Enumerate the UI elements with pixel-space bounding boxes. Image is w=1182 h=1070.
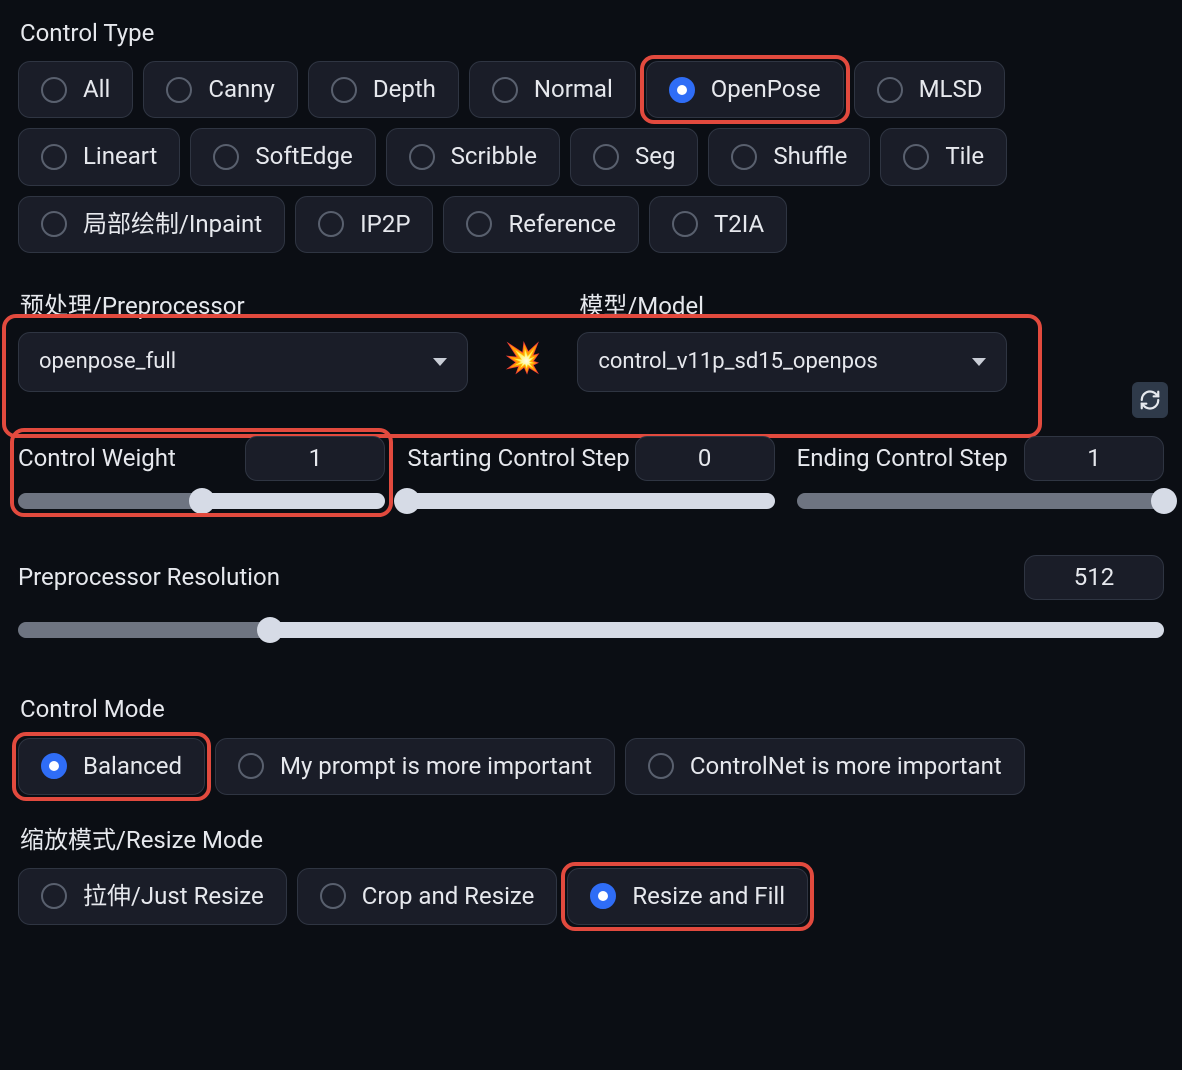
explode-icon[interactable]: 💥	[498, 339, 547, 378]
radio-icon	[731, 144, 757, 170]
preprocessor-label: 预处理/Preprocessor	[20, 291, 468, 322]
control-type-option-label: Seg	[635, 141, 675, 172]
chevron-down-icon	[972, 358, 986, 366]
chevron-down-icon	[433, 358, 447, 366]
control-type-option-label: Normal	[534, 74, 613, 105]
radio-icon	[409, 144, 435, 170]
preproc-resolution-value[interactable]: 512	[1024, 555, 1164, 600]
control-type-option-seg[interactable]: Seg	[570, 128, 698, 185]
control-type-option-scribble[interactable]: Scribble	[386, 128, 560, 185]
control-type-option-canny[interactable]: Canny	[143, 61, 298, 118]
resize-mode-option-label: 拉伸/Just Resize	[83, 881, 264, 912]
radio-icon	[41, 77, 67, 103]
preproc-resolution-slider[interactable]	[18, 622, 1164, 638]
radio-icon	[590, 883, 616, 909]
control-type-option-label: All	[83, 74, 110, 105]
control-type-option-label: Reference	[508, 209, 615, 240]
ending-step-label: Ending Control Step	[797, 443, 1008, 474]
control-weight-value[interactable]: 1	[245, 436, 385, 481]
control-mode-option-label: ControlNet is more important	[690, 751, 1002, 782]
control-mode-option-my-prompt-is-more-important[interactable]: My prompt is more important	[215, 738, 615, 795]
preprocessor-value: openpose_full	[39, 348, 176, 377]
control-type-option-mlsd[interactable]: MLSD	[854, 61, 1006, 118]
resize-mode-option-label: Crop and Resize	[362, 881, 535, 912]
control-type-group: All Canny Depth Normal OpenPose MLSD Lineart So…	[18, 61, 1164, 253]
control-type-option-lineart[interactable]: Lineart	[18, 128, 180, 185]
control-type-option-label: Canny	[208, 74, 275, 105]
radio-icon	[41, 753, 67, 779]
radio-icon	[877, 77, 903, 103]
refresh-icon[interactable]	[1132, 382, 1168, 418]
control-type-option-label: MLSD	[919, 74, 983, 105]
radio-icon	[672, 211, 698, 237]
control-type-option-label: 局部绘制/Inpaint	[83, 209, 262, 240]
control-type-option-tile[interactable]: Tile	[880, 128, 1007, 185]
control-mode-option-balanced[interactable]: Balanced	[18, 738, 205, 795]
resize-mode-label: 缩放模式/Resize Mode	[20, 825, 1164, 856]
control-type-option-label: IP2P	[360, 209, 410, 240]
ending-step-value[interactable]: 1	[1024, 436, 1164, 481]
control-type-option-all[interactable]: All	[18, 61, 133, 118]
control-type-option-label: OpenPose	[711, 74, 821, 105]
radio-icon	[166, 77, 192, 103]
control-type-option-label: Shuffle	[773, 141, 847, 172]
resize-mode-option-label: Resize and Fill	[632, 881, 785, 912]
radio-icon	[41, 144, 67, 170]
control-type-option-shuffle[interactable]: Shuffle	[708, 128, 870, 185]
radio-icon	[213, 144, 239, 170]
radio-icon	[492, 77, 518, 103]
radio-icon	[648, 753, 674, 779]
preprocessor-dropdown[interactable]: openpose_full	[18, 332, 468, 392]
model-label: 模型/Model	[579, 291, 1007, 322]
control-type-option-label: Depth	[373, 74, 436, 105]
control-type-option-ip2p[interactable]: IP2P	[295, 196, 433, 253]
control-mode-group: Balanced My prompt is more important Contr…	[18, 738, 1164, 795]
radio-icon	[331, 77, 357, 103]
radio-icon	[238, 753, 264, 779]
radio-icon	[669, 77, 695, 103]
model-value: control_v11p_sd15_openpos	[598, 348, 878, 377]
control-type-option-label: Lineart	[83, 141, 157, 172]
control-type-option-depth[interactable]: Depth	[308, 61, 459, 118]
control-weight-slider[interactable]	[18, 493, 385, 509]
radio-icon	[320, 883, 346, 909]
radio-icon	[41, 883, 67, 909]
radio-icon	[318, 211, 344, 237]
control-type-option-label: SoftEdge	[255, 141, 352, 172]
control-type-option-softedge[interactable]: SoftEdge	[190, 128, 375, 185]
starting-step-label: Starting Control Step	[407, 443, 629, 474]
starting-step-slider[interactable]	[407, 493, 774, 509]
control-type-option-inpaint[interactable]: 局部绘制/Inpaint	[18, 196, 285, 253]
starting-step-value[interactable]: 0	[635, 436, 775, 481]
control-type-label: Control Type	[20, 18, 1164, 49]
resize-mode-option-crop-and-resize[interactable]: Crop and Resize	[297, 868, 558, 925]
control-type-option-openpose[interactable]: OpenPose	[646, 61, 844, 118]
control-weight-label: Control Weight	[18, 443, 176, 474]
control-mode-option-label: My prompt is more important	[280, 751, 592, 782]
control-type-option-t2ia[interactable]: T2IA	[649, 196, 787, 253]
resize-mode-group: 拉伸/Just Resize Crop and Resize Resize and …	[18, 868, 1164, 925]
radio-icon	[466, 211, 492, 237]
control-type-option-reference[interactable]: Reference	[443, 196, 638, 253]
control-type-option-label: Scribble	[451, 141, 537, 172]
control-type-option-normal[interactable]: Normal	[469, 61, 636, 118]
control-mode-option-controlnet-is-more-important[interactable]: ControlNet is more important	[625, 738, 1025, 795]
resize-mode-option-just-resize[interactable]: 拉伸/Just Resize	[18, 868, 287, 925]
control-type-option-label: T2IA	[714, 209, 764, 240]
ending-step-slider[interactable]	[797, 493, 1164, 509]
control-type-option-label: Tile	[945, 141, 984, 172]
model-dropdown[interactable]: control_v11p_sd15_openpos	[577, 332, 1007, 392]
resize-mode-option-resize-and-fill[interactable]: Resize and Fill	[567, 868, 808, 925]
control-mode-option-label: Balanced	[83, 751, 182, 782]
radio-icon	[593, 144, 619, 170]
radio-icon	[41, 211, 67, 237]
radio-icon	[903, 144, 929, 170]
preproc-resolution-label: Preprocessor Resolution	[18, 562, 280, 593]
control-mode-label: Control Mode	[20, 694, 1164, 725]
